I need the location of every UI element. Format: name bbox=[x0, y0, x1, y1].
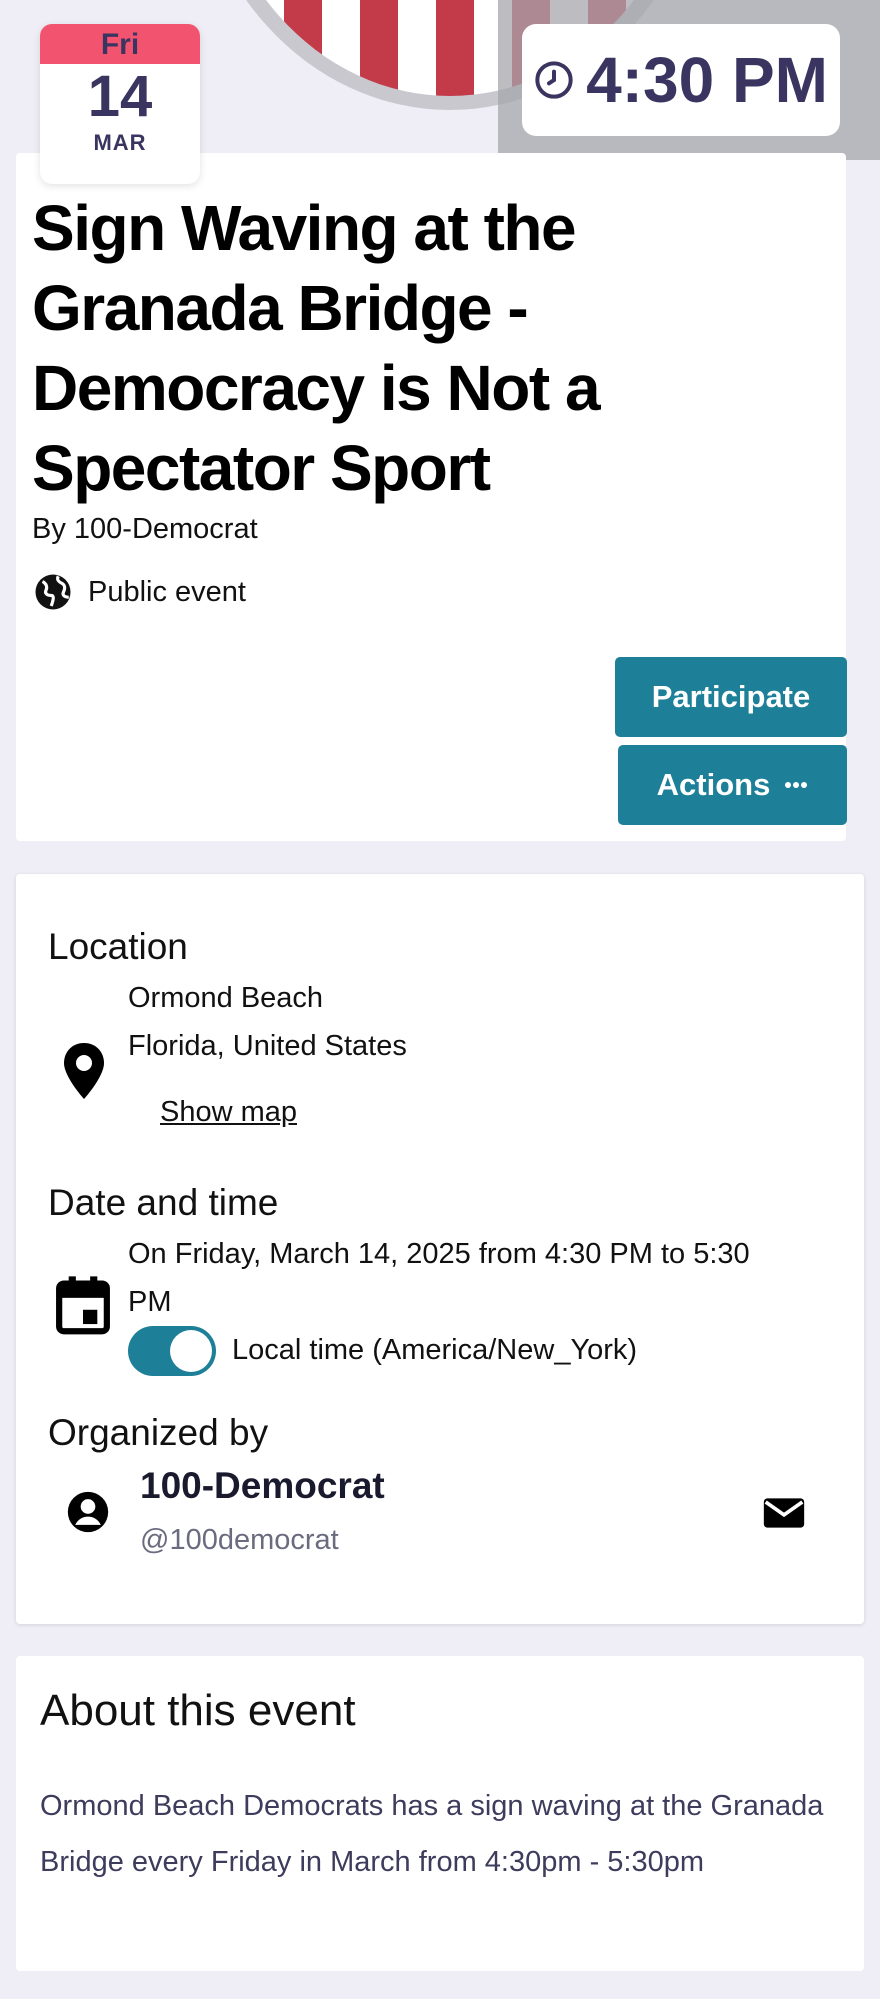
local-time-toggle[interactable] bbox=[128, 1326, 216, 1376]
about-description: Ormond Beach Democrats has a sign waving… bbox=[40, 1790, 824, 1878]
more-dots-icon bbox=[785, 782, 808, 788]
location-heading: Location bbox=[48, 926, 188, 967]
date-weekday: Fri bbox=[40, 24, 200, 64]
organizer-byline: By 100-Democrat bbox=[32, 513, 258, 545]
datetime-line2: PM bbox=[128, 1286, 172, 1318]
clock-icon bbox=[535, 61, 573, 99]
toggle-knob bbox=[170, 1330, 212, 1372]
date-day: 14 bbox=[87, 64, 153, 129]
local-time-label: Local time (America/New_York) bbox=[232, 1334, 638, 1366]
visibility-label: Public event bbox=[88, 575, 246, 608]
date-month: MAR bbox=[93, 130, 147, 155]
event-header-card: Sign Waving at the Granada Bridge - Demo… bbox=[16, 153, 847, 841]
organizer-name[interactable]: 100-Democrat bbox=[140, 1465, 385, 1507]
visibility: Public event bbox=[32, 571, 246, 613]
organizer-handle: @100democrat bbox=[140, 1524, 339, 1556]
start-time: 4:30 PM bbox=[586, 44, 828, 116]
calendar-icon bbox=[56, 1276, 110, 1335]
actions-label: Actions bbox=[656, 767, 771, 802]
event-title: Sign Waving at the Granada Bridge - Demo… bbox=[32, 192, 601, 504]
location-region: Florida, United States bbox=[128, 1030, 407, 1062]
organizer-heading: Organized by bbox=[48, 1412, 269, 1453]
account-circle-icon bbox=[67, 1491, 109, 1533]
show-map-link[interactable]: Show map bbox=[160, 1096, 297, 1129]
about-event-card: About this event Ormond Beach Democrats … bbox=[16, 1656, 864, 1971]
start-time-pill: 4:30 PM bbox=[522, 24, 840, 136]
participate-button[interactable]: Participate bbox=[615, 657, 847, 737]
location-pin-icon bbox=[64, 1043, 104, 1099]
event-details-card: Location Ormond Beach Florida, United St… bbox=[16, 874, 864, 1624]
datetime-line1: On Friday, March 14, 2025 from 4:30 PM t… bbox=[128, 1238, 750, 1270]
actions-button[interactable]: Actions bbox=[618, 745, 847, 825]
email-icon[interactable] bbox=[762, 1496, 806, 1530]
date-badge: Fri 14 MAR bbox=[40, 24, 200, 184]
datetime-heading: Date and time bbox=[48, 1182, 279, 1223]
about-heading: About this event bbox=[40, 1686, 356, 1735]
participate-label: Participate bbox=[651, 679, 811, 714]
globe-icon bbox=[35, 574, 71, 610]
location-city: Ormond Beach bbox=[128, 982, 324, 1014]
